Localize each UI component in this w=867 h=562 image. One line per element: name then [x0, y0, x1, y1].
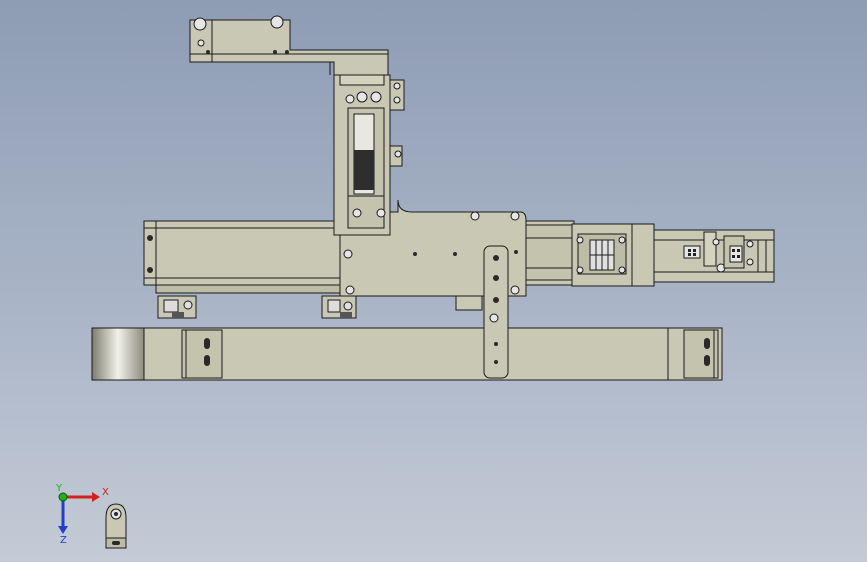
beam-bracket-left — [181, 329, 223, 379]
x-axis-label: X — [102, 487, 109, 498]
orientation-triad: X Z Y — [55, 483, 127, 549]
sensor-icon — [193, 17, 207, 31]
y-axis-dot — [58, 492, 68, 502]
z-axis-label: Z — [60, 535, 67, 546]
beam-bracket-right — [683, 329, 719, 379]
top-bracket[interactable] — [189, 15, 389, 76]
beam-end-cap — [91, 327, 145, 381]
motor-unit[interactable] — [653, 229, 775, 283]
view-preview-icon — [105, 503, 127, 549]
coupling-housing[interactable] — [571, 223, 655, 287]
drive-bar[interactable] — [483, 245, 509, 379]
z-axis-module[interactable] — [333, 74, 405, 236]
cad-viewport[interactable]: X Z Y — [0, 0, 867, 562]
base-beam[interactable] — [91, 327, 723, 381]
y-axis-label: Y — [55, 483, 63, 494]
mount-foot-middle — [321, 295, 357, 319]
mount-foot-left — [157, 295, 197, 319]
coupling-icon — [589, 239, 615, 271]
